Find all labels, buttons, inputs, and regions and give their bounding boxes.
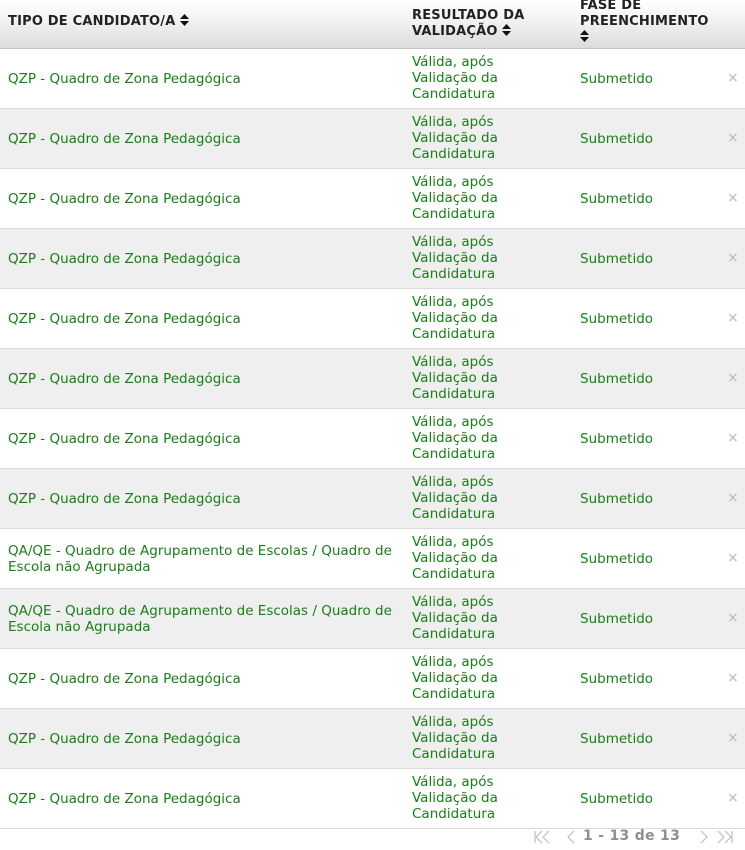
table-row[interactable]: QZP - Quadro de Zona Pedagógica Válida, a… xyxy=(0,109,745,169)
column-header-fase-line2: PREENCHIMENTO xyxy=(580,14,709,29)
cell-tipo: QZP - Quadro de Zona Pedagógica xyxy=(8,490,241,507)
column-header-tipo-label: TIPO DE CANDIDATO/A xyxy=(8,14,176,29)
cell-resultado: Válida, após Validação da Candidatura xyxy=(412,654,498,702)
cell-resultado: Válida, após Validação da Candidatura xyxy=(412,534,498,582)
cell-fase: Submetido xyxy=(580,430,654,447)
cell-resultado: Válida, após Validação da Candidatura xyxy=(412,594,498,642)
cell-tipo: QZP - Quadro de Zona Pedagógica xyxy=(8,130,241,147)
cell-fase: Submetido xyxy=(580,490,654,507)
cell-tipo: QZP - Quadro de Zona Pedagógica xyxy=(8,70,241,87)
remove-icon[interactable]: × xyxy=(727,310,739,326)
cell-tipo: QZP - Quadro de Zona Pedagógica xyxy=(8,310,241,327)
cell-resultado: Válida, após Validação da Candidatura xyxy=(412,114,498,162)
column-header-tipo[interactable]: TIPO DE CANDIDATO/A xyxy=(8,14,189,30)
cell-tipo: QZP - Quadro de Zona Pedagógica xyxy=(8,730,241,747)
cell-tipo: QA/QE - Quadro de Agrupamento de Escolas… xyxy=(8,542,392,575)
table-row[interactable]: QZP - Quadro de Zona Pedagógica Válida, a… xyxy=(0,469,745,529)
cell-resultado: Válida, após Validação da Candidatura xyxy=(412,774,498,822)
prev-page-icon[interactable] xyxy=(566,830,576,844)
remove-icon[interactable]: × xyxy=(727,370,739,386)
cell-resultado: Válida, após Validação da Candidatura xyxy=(412,234,498,282)
sort-icon[interactable] xyxy=(179,14,189,26)
pagination: 1 - 13 de 13 xyxy=(0,828,745,848)
remove-icon[interactable]: × xyxy=(727,790,739,806)
cell-fase: Submetido xyxy=(580,730,654,747)
table-body: QZP - Quadro de Zona Pedagógica Válida, a… xyxy=(0,49,745,829)
cell-tipo: QZP - Quadro de Zona Pedagógica xyxy=(8,790,241,807)
next-page-icon[interactable] xyxy=(699,830,709,844)
sort-icon[interactable] xyxy=(580,30,589,42)
remove-icon[interactable]: × xyxy=(727,430,739,446)
column-header-fase[interactable]: FASE DE PREENCHIMENTO xyxy=(580,0,740,46)
remove-icon[interactable]: × xyxy=(727,610,739,626)
cell-fase: Submetido xyxy=(580,70,654,87)
last-page-icon[interactable] xyxy=(717,830,733,844)
pagination-info: 1 - 13 de 13 xyxy=(583,828,681,844)
cell-tipo: QZP - Quadro de Zona Pedagógica xyxy=(8,670,241,687)
cell-resultado: Válida, após Validação da Candidatura xyxy=(412,294,498,342)
table-row[interactable]: QZP - Quadro de Zona Pedagógica Válida, a… xyxy=(0,349,745,409)
results-table: TIPO DE CANDIDATO/A RESULTADO DA VALIDAÇ… xyxy=(0,0,745,829)
cell-resultado: Válida, após Validação da Candidatura xyxy=(412,474,498,522)
cell-fase: Submetido xyxy=(580,250,654,267)
remove-icon[interactable]: × xyxy=(727,250,739,266)
cell-fase: Submetido xyxy=(580,670,654,687)
cell-resultado: Válida, após Validação da Candidatura xyxy=(412,714,498,762)
cell-resultado: Válida, após Validação da Candidatura xyxy=(412,174,498,222)
cell-fase: Submetido xyxy=(580,790,654,807)
table-row[interactable]: QZP - Quadro de Zona Pedagógica Válida, a… xyxy=(0,169,745,229)
remove-icon[interactable]: × xyxy=(727,670,739,686)
cell-fase: Submetido xyxy=(580,310,654,327)
cell-fase: Submetido xyxy=(580,370,654,387)
cell-tipo: QZP - Quadro de Zona Pedagógica xyxy=(8,370,241,387)
remove-icon[interactable]: × xyxy=(727,130,739,146)
sort-icon[interactable] xyxy=(501,24,511,36)
column-header-resultado[interactable]: RESULTADO DA VALIDAÇÃO xyxy=(412,8,562,40)
table-row[interactable]: QZP - Quadro de Zona Pedagógica Válida, a… xyxy=(0,709,745,769)
remove-icon[interactable]: × xyxy=(727,550,739,566)
cell-tipo: QZP - Quadro de Zona Pedagógica xyxy=(8,430,241,447)
first-page-icon[interactable] xyxy=(534,830,550,844)
cell-resultado: Válida, após Validação da Candidatura xyxy=(412,414,498,462)
column-header-resultado-line1: RESULTADO DA xyxy=(412,8,525,23)
column-header-fase-line1: FASE DE xyxy=(580,0,642,13)
table-row[interactable]: QZP - Quadro de Zona Pedagógica Válida, a… xyxy=(0,229,745,289)
table-row[interactable]: QA/QE - Quadro de Agrupamento de Escolas… xyxy=(0,589,745,649)
cell-resultado: Válida, após Validação da Candidatura xyxy=(412,354,498,402)
remove-icon[interactable]: × xyxy=(727,70,739,86)
cell-fase: Submetido xyxy=(580,550,654,567)
table-row[interactable]: QZP - Quadro de Zona Pedagógica Válida, a… xyxy=(0,769,745,829)
cell-fase: Submetido xyxy=(580,190,654,207)
table-row[interactable]: QZP - Quadro de Zona Pedagógica Válida, a… xyxy=(0,49,745,109)
table-row[interactable]: QA/QE - Quadro de Agrupamento de Escolas… xyxy=(0,529,745,589)
table-header: TIPO DE CANDIDATO/A RESULTADO DA VALIDAÇ… xyxy=(0,0,745,49)
cell-resultado: Válida, após Validação da Candidatura xyxy=(412,54,498,102)
cell-fase: Submetido xyxy=(580,610,654,627)
cell-tipo: QA/QE - Quadro de Agrupamento de Escolas… xyxy=(8,602,392,635)
remove-icon[interactable]: × xyxy=(727,490,739,506)
column-header-resultado-line2: VALIDAÇÃO xyxy=(412,24,498,39)
remove-icon[interactable]: × xyxy=(727,730,739,746)
cell-tipo: QZP - Quadro de Zona Pedagógica xyxy=(8,190,241,207)
table-row[interactable]: QZP - Quadro de Zona Pedagógica Válida, a… xyxy=(0,409,745,469)
cell-tipo: QZP - Quadro de Zona Pedagógica xyxy=(8,250,241,267)
table-row[interactable]: QZP - Quadro de Zona Pedagógica Válida, a… xyxy=(0,649,745,709)
table-row[interactable]: QZP - Quadro de Zona Pedagógica Válida, a… xyxy=(0,289,745,349)
remove-icon[interactable]: × xyxy=(727,190,739,206)
cell-fase: Submetido xyxy=(580,130,654,147)
